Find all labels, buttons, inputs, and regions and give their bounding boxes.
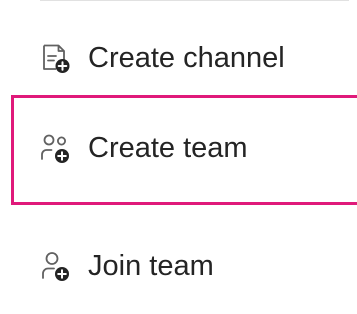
menu-item-join-team[interactable]: Join team xyxy=(0,218,357,314)
create-channel-icon xyxy=(38,41,72,75)
join-team-icon xyxy=(38,249,72,283)
menu-item-create-team[interactable]: Create team xyxy=(0,100,357,196)
menu-item-create-channel[interactable]: Create channel xyxy=(0,10,357,106)
create-team-icon xyxy=(38,131,72,165)
menu-item-label: Create channel xyxy=(88,41,285,74)
menu-item-label: Create team xyxy=(88,131,248,164)
create-join-menu: Create channel Create team Join team xyxy=(0,0,357,288)
menu-item-label: Join team xyxy=(88,249,214,282)
